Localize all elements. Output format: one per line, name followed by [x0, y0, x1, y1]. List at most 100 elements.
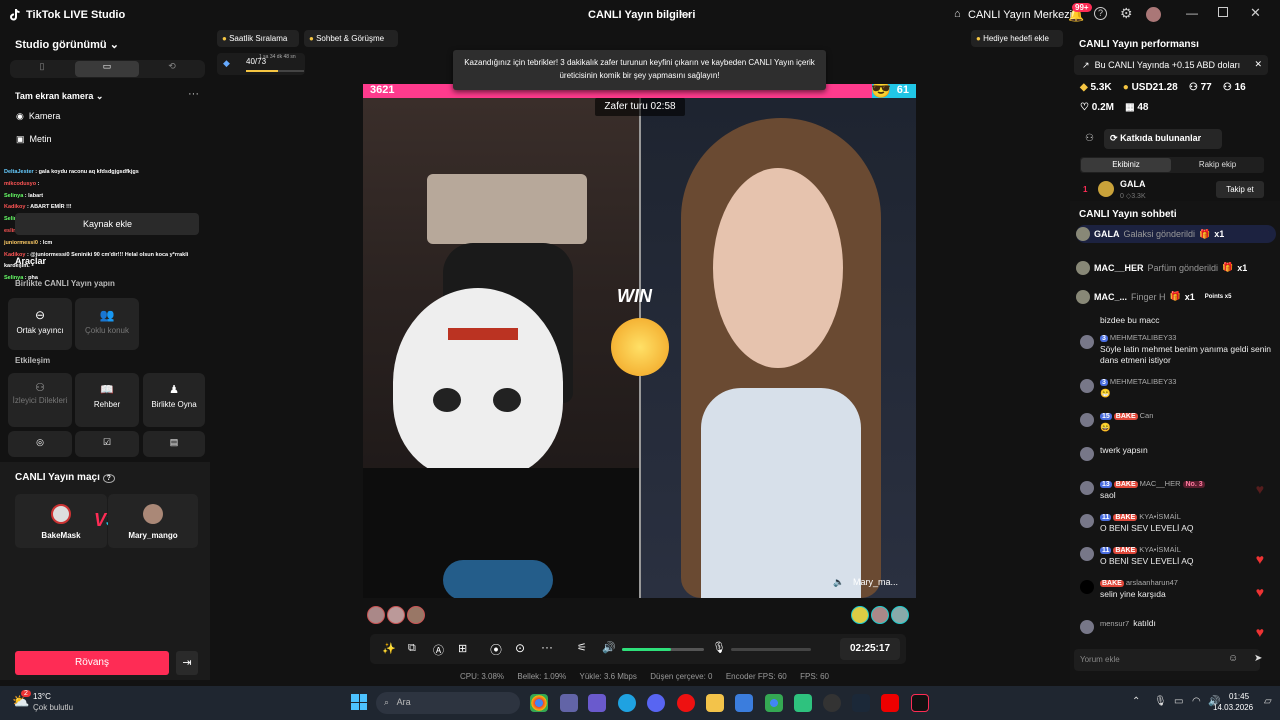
mic-tray-icon[interactable]: 🎙 [1154, 696, 1167, 707]
minimize-icon[interactable]: — [1186, 6, 1198, 20]
more-options-icon[interactable]: ··· [541, 640, 553, 654]
chat-user[interactable]: MAC__HER [1140, 479, 1181, 488]
chat-avatar[interactable] [1080, 620, 1094, 634]
chat-user[interactable]: Can [1140, 411, 1154, 420]
notification-tray-icon[interactable]: ▱ [1264, 696, 1272, 707]
close-earning-icon[interactable]: ✕ [1254, 59, 1262, 70]
emoji-picker-icon[interactable]: ☺ [1228, 653, 1238, 664]
chat-user[interactable]: mensur7 [1100, 619, 1129, 628]
chat-avatar[interactable] [1080, 447, 1094, 461]
steam-icon[interactable] [852, 694, 870, 712]
screen-icon[interactable]: ⊞ [458, 642, 467, 655]
record-icon[interactable]: ⦿ [490, 641, 502, 658]
opera-icon[interactable] [677, 694, 695, 712]
app-icon[interactable] [794, 694, 812, 712]
tool-button-6[interactable]: ☑ [75, 431, 139, 457]
search-box[interactable]: ⌕ Ara [376, 692, 520, 714]
studio-view-header[interactable]: Studio görünümü ⌄ [15, 38, 119, 51]
more-icon[interactable]: ··· [188, 88, 199, 100]
ai-icon[interactable]: Ⓐ [433, 642, 444, 658]
landscape-layout-icon[interactable]: ▭ [75, 61, 139, 77]
guide-button[interactable]: 📖 Rehber [75, 373, 139, 427]
youtube-icon[interactable] [881, 694, 899, 712]
speaker-icon[interactable]: 🔈 [833, 577, 844, 588]
tool-button-5[interactable]: ◎ [8, 431, 72, 457]
tab-rival[interactable]: Rakip ekip [1172, 158, 1263, 172]
chat-avatar[interactable] [1080, 413, 1094, 427]
tiktok-taskbar-icon[interactable] [911, 694, 929, 712]
chat-avatar[interactable] [1080, 547, 1094, 561]
progress-widget[interactable]: ◆ 40/73 1 sa 34 dk 48 sn [217, 53, 305, 75]
discord-icon[interactable] [647, 694, 665, 712]
mic-slider[interactable] [731, 648, 811, 651]
chat-user[interactable]: KYA•İSMAİL [1139, 545, 1181, 554]
source-camera[interactable]: ◉ Kamera [16, 111, 60, 122]
share-icon[interactable]: ↪ [680, 8, 689, 21]
chat-meet-chip[interactable]: ● Sohbet & Görüşme [304, 30, 398, 47]
info-icon[interactable]: ? [102, 474, 115, 483]
rotate-layout-icon[interactable]: ⟲ [141, 61, 203, 77]
chat-avatar[interactable] [1080, 481, 1094, 495]
tab-team[interactable]: Ekibiniz [1081, 158, 1171, 172]
gift-goal-chip[interactable]: ● Hediye hedefi ekle [971, 30, 1063, 47]
user-settings-icon[interactable]: ⚇ [1085, 133, 1094, 144]
portrait-layout-icon[interactable]: ▯ [11, 61, 73, 77]
scene-name[interactable]: Tam ekran kamera ⌄ [15, 91, 103, 102]
gifter-avatar[interactable] [851, 606, 869, 624]
edge-icon[interactable] [618, 694, 636, 712]
chrome-icon[interactable] [530, 694, 548, 712]
mixer-icon[interactable]: ⚟ [577, 641, 587, 654]
folder-icon[interactable] [706, 694, 724, 712]
gear-icon[interactable]: ⚙ [1120, 5, 1133, 22]
exit-match-icon[interactable]: ⇥ [176, 651, 198, 675]
store-icon[interactable] [735, 694, 753, 712]
wifi-icon[interactable]: ◠ [1192, 696, 1201, 707]
teams-icon[interactable] [560, 694, 578, 712]
maximize-icon[interactable] [1218, 7, 1228, 17]
windows-start-icon[interactable] [351, 694, 367, 710]
chat-avatar[interactable] [1080, 514, 1094, 528]
gifter-avatar[interactable] [871, 606, 889, 624]
chat-avatar[interactable] [1080, 335, 1094, 349]
chrome-alt-icon[interactable] [765, 694, 783, 712]
chat-avatar[interactable] [1080, 379, 1094, 393]
chat-user[interactable]: arslaanharun47 [1126, 578, 1178, 587]
avatar[interactable] [1146, 7, 1161, 22]
send-icon[interactable]: ➤ [1254, 653, 1262, 664]
follow-button[interactable]: Takip et [1216, 181, 1264, 198]
right-streamer-name: Mary_ma... [853, 577, 899, 587]
volume-icon[interactable]: 🔊 [602, 641, 616, 654]
chat-avatar[interactable] [1080, 580, 1094, 594]
gifter-avatar[interactable] [387, 606, 405, 624]
play-together-button[interactable]: ♟ Birlikte Oyna [143, 373, 205, 427]
live-center-link[interactable]: CANLI Yayın Merkezi [968, 9, 1072, 21]
hourly-ranking-chip[interactable]: ● Saatlik Sıralama [217, 30, 299, 47]
magic-wand-icon[interactable]: ✨ [382, 642, 396, 655]
viewer-wishes-button[interactable]: ⚇ İzleyici Dilekleri [8, 373, 72, 427]
target-icon[interactable]: ⊙ [515, 641, 525, 655]
github-icon[interactable] [823, 694, 841, 712]
source-text[interactable]: ▣ Metin [16, 134, 52, 145]
cohost-button[interactable]: ⊖ Ortak yayıncı [8, 298, 72, 350]
close-icon[interactable]: ✕ [1250, 5, 1261, 21]
tray-chevron-icon[interactable]: ⌃ [1132, 696, 1140, 707]
gifter-avatar[interactable] [407, 606, 425, 624]
tool-button-7[interactable]: ▤ [143, 431, 205, 457]
chat-header: mensur7 [1100, 619, 1129, 628]
display-tray-icon[interactable]: ▭ [1174, 696, 1183, 707]
home-icon[interactable]: ⌂ [954, 8, 961, 20]
chat-user[interactable]: MEHMETALIBEY33 [1110, 377, 1177, 386]
volume-slider[interactable] [622, 648, 704, 651]
effects-icon[interactable]: ⧉ [408, 642, 416, 655]
contributors-button[interactable]: ⟳ Katkıda bulunanlar [1104, 129, 1222, 149]
chat-user[interactable]: KYA•İSMAİL [1139, 512, 1181, 521]
rematch-button[interactable]: Rövanş [15, 651, 169, 675]
multiguest-button[interactable]: 👥 Çoklu konuk [75, 298, 139, 350]
help-icon[interactable]: ? [1094, 7, 1107, 20]
add-source-button[interactable]: Kaynak ekle [15, 213, 199, 235]
chat-user[interactable]: MEHMETALIBEY33 [1110, 333, 1177, 342]
gifter-avatar[interactable] [891, 606, 909, 624]
gifter-avatar[interactable] [367, 606, 385, 624]
microphone-icon[interactable]: 🎙 [712, 641, 726, 654]
teams-alt-icon[interactable] [588, 694, 606, 712]
